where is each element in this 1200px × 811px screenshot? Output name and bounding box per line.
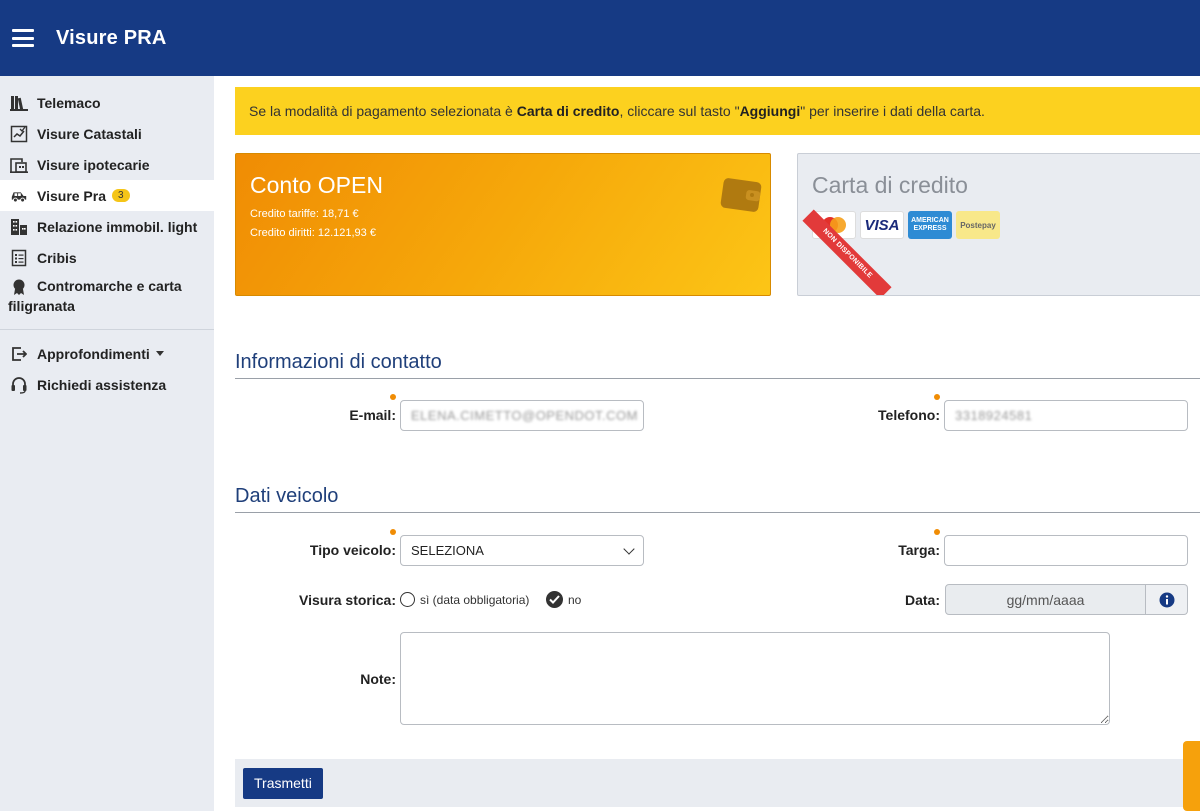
visura-storica-label: Visura storica: — [298, 592, 396, 608]
postepay-logo: Postepay — [956, 211, 1000, 239]
chevron-down-icon — [623, 542, 635, 555]
sidebar-item-label: Richiedi assistenza — [37, 376, 167, 393]
sidebar-item-visure-ipotecarie[interactable]: Visure ipotecarie — [0, 149, 214, 180]
card-logos: VISA AMERICAN EXPRESS Postepay — [812, 211, 1192, 239]
alert-bold: Carta di credito — [516, 103, 620, 119]
note-label: Note: — [360, 671, 396, 687]
main-content: Se la modalità di pagamento selezionata … — [214, 76, 1200, 811]
map-check-icon — [10, 125, 28, 143]
sidebar-item-label: Visure ipotecarie — [37, 156, 150, 173]
document-list-icon — [10, 249, 28, 267]
data-label: Data: — [904, 592, 940, 608]
conto-open-card[interactable]: Conto OPEN Credito tariffe: 18,71 € Cred… — [235, 153, 771, 296]
sidebar-item-richiedi-assistenza[interactable]: Richiedi assistenza — [0, 369, 214, 400]
card-title: Carta di credito — [812, 172, 968, 198]
hamburger-icon[interactable] — [12, 29, 34, 47]
tipo-veicolo-label: Tipo veicolo: — [309, 542, 396, 558]
books-icon — [10, 94, 28, 112]
note-textarea[interactable] — [400, 632, 1110, 725]
phone-field[interactable]: 3318924581 — [944, 400, 1188, 431]
checked-circle-icon — [546, 591, 563, 608]
sidebar-item-label-line2: filigranata — [8, 298, 75, 314]
phone-label: Telefono: — [878, 407, 940, 423]
date-input[interactable]: gg/mm/aaaa — [945, 584, 1146, 615]
headset-icon — [10, 376, 28, 394]
email-label: E-mail: — [349, 407, 396, 423]
targa-label: Targa: — [898, 542, 940, 558]
section-title-contatto: Informazioni di contatto — [235, 351, 1200, 379]
sidebar-item-visure-catastali[interactable]: Visure Catastali — [0, 118, 214, 149]
radio-no-label: no — [568, 592, 582, 607]
alert-text-part: , cliccare sul tasto " — [619, 103, 740, 119]
info-button[interactable] — [1146, 584, 1188, 615]
sidebar-item-telemaco[interactable]: Telemaco — [0, 87, 214, 118]
building-icon — [10, 156, 28, 174]
visa-logo: VISA — [860, 211, 904, 239]
trasmetti-button[interactable]: Trasmetti — [243, 767, 323, 799]
sidebar-item-cribis[interactable]: Cribis — [0, 242, 214, 273]
required-dot — [934, 394, 940, 400]
count-badge: 3 — [112, 189, 130, 202]
form-footer: Trasmetti — [235, 759, 1200, 807]
email-value: ELENA.CIMETTO@OPENDOT.COM — [411, 408, 638, 423]
alert-text-part: Se la modalità di pagamento selezionata … — [249, 103, 517, 119]
sidebar-item-label: Relazione immobil. light — [37, 218, 198, 235]
tipo-veicolo-value: SELEZIONA — [411, 543, 484, 558]
sidebar-item-label: Visure Catastali — [37, 125, 142, 142]
sidebar-divider — [0, 329, 214, 330]
required-dot — [390, 529, 396, 535]
payment-info-alert: Se la modalità di pagamento selezionata … — [235, 87, 1200, 135]
credito-tariffe: Credito tariffe: 18,71 € — [250, 208, 359, 220]
required-dot — [934, 529, 940, 535]
radio-no[interactable]: no — [546, 591, 581, 608]
sidebar-item-label: Approfondimenti — [37, 345, 150, 362]
tipo-veicolo-select[interactable]: SELEZIONA — [400, 535, 644, 566]
chevron-down-icon — [155, 351, 164, 356]
radio-si[interactable]: sì (data obbligatoria) — [400, 592, 529, 607]
app-title: Visure PRA — [56, 26, 167, 49]
radio-circle — [400, 592, 415, 607]
phone-value: 3318924581 — [955, 408, 1033, 423]
date-placeholder: gg/mm/aaaa — [1006, 591, 1085, 608]
email-field[interactable]: ELENA.CIMETTO@OPENDOT.COM — [400, 400, 644, 431]
sidebar-item-visure-pra[interactable]: Visure Pra 3 — [0, 180, 214, 211]
sidebar: Telemaco Visure Catastali Visure ipoteca… — [0, 76, 214, 811]
card-title: Conto OPEN — [250, 172, 383, 198]
seal-icon — [10, 278, 28, 296]
car-icon — [10, 187, 28, 205]
sidebar-item-label: Visure Pra — [37, 187, 107, 204]
sidebar-item-contromarche[interactable]: Contromarche e carta filigranata — [0, 273, 214, 319]
sidebar-item-relazione-immobil[interactable]: Relazione immobil. light — [0, 211, 214, 242]
credito-diritti: Credito diritti: 12.121,93 € — [250, 227, 376, 239]
sidebar-item-label: Contromarche e carta — [37, 278, 182, 294]
alert-text: Se la modalità di pagamento selezionata … — [249, 103, 985, 119]
sidebar-item-label: Cribis — [37, 249, 77, 266]
radio-si-label: sì (data obbligatoria) — [420, 592, 530, 607]
top-bar: Visure PRA — [0, 0, 1200, 76]
info-icon — [1159, 592, 1174, 607]
exit-icon — [10, 345, 28, 363]
sidebar-item-approfondimenti[interactable]: Approfondimenti — [0, 338, 214, 369]
side-feedback-tab[interactable] — [1183, 741, 1200, 811]
amex-logo: AMERICAN EXPRESS — [908, 211, 952, 239]
alert-text-part: " per inserire i dati della carta. — [800, 103, 985, 119]
city-icon — [10, 218, 28, 236]
sidebar-item-label: Telemaco — [37, 94, 101, 111]
wallet-icon — [720, 174, 762, 215]
required-dot — [390, 394, 396, 400]
targa-input[interactable] — [944, 535, 1188, 566]
section-title-veicolo: Dati veicolo — [235, 485, 1200, 513]
alert-bold: Aggiungi — [739, 103, 801, 119]
carta-di-credito-card: Carta di credito VISA AMERICAN EXPRESS P… — [797, 153, 1200, 296]
